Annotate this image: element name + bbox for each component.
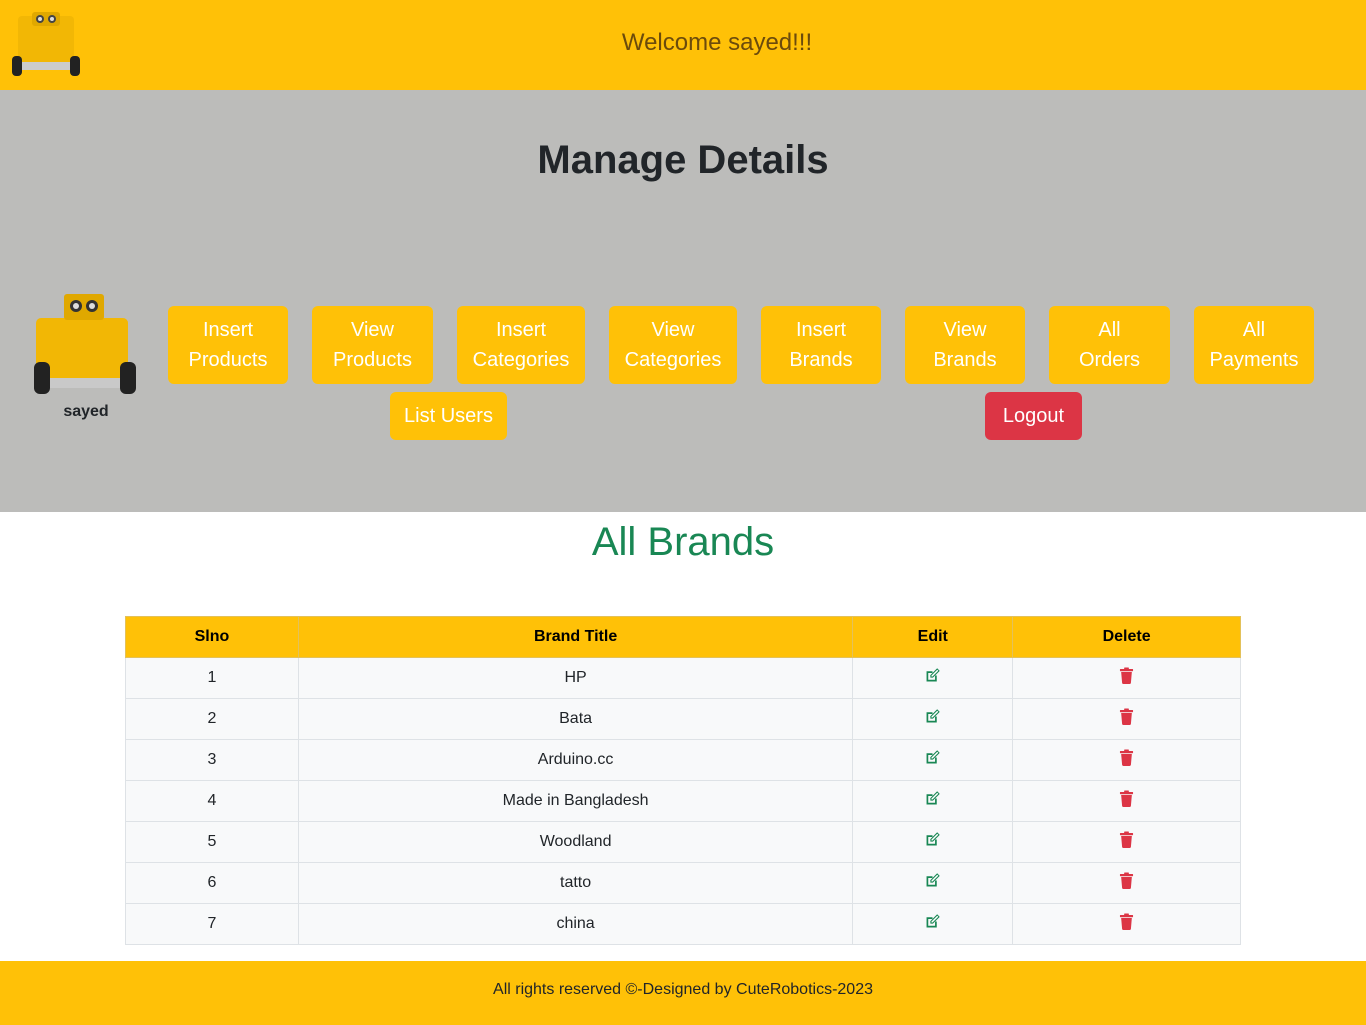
footer: All rights reserved ©-Designed by CuteRo…	[0, 961, 1366, 1025]
footer-text: All rights reserved ©-Designed by CuteRo…	[493, 981, 873, 998]
cell-delete	[1012, 821, 1241, 863]
table-row: 1 HP	[125, 657, 1241, 699]
trash-icon[interactable]	[1119, 913, 1134, 935]
button-label-line2: Orders	[1078, 349, 1141, 371]
edit-icon[interactable]	[924, 913, 941, 935]
cell-edit	[852, 698, 1014, 740]
all-orders-button[interactable]: All Orders	[1049, 306, 1170, 384]
cell-slno: 2	[125, 698, 299, 740]
edit-icon[interactable]	[924, 708, 941, 730]
top-navbar: Welcome sayed!!!	[0, 0, 1366, 90]
trash-icon[interactable]	[1119, 831, 1134, 853]
view-products-button[interactable]: View Products	[312, 306, 433, 384]
admin-avatar	[34, 294, 136, 394]
cell-brand-title: china	[297, 903, 854, 945]
admin-name: sayed	[63, 403, 109, 420]
cell-edit	[852, 739, 1014, 781]
trash-icon[interactable]	[1119, 749, 1134, 771]
cell-slno: 4	[125, 780, 299, 822]
button-label-line2: Products	[188, 349, 268, 371]
trash-icon[interactable]	[1119, 790, 1134, 812]
brands-table: Slno Brand Title Edit Delete 1 HP 2 Bata 3 Ar…	[125, 616, 1241, 945]
column-header-brand-title: Brand Title	[297, 616, 854, 658]
cell-delete	[1012, 780, 1241, 822]
button-label-line1: View	[651, 319, 695, 341]
button-label-line1: Insert	[795, 319, 847, 341]
button-label-line1: Insert	[202, 319, 254, 341]
table-row: 7 china	[125, 903, 1241, 945]
cell-slno: 7	[125, 903, 299, 945]
trash-icon[interactable]	[1119, 708, 1134, 730]
edit-icon[interactable]	[924, 749, 941, 771]
cell-brand-title: tatto	[297, 862, 854, 904]
cell-edit	[852, 657, 1014, 699]
edit-icon[interactable]	[924, 790, 941, 812]
button-label-line2: Products	[333, 349, 412, 371]
cell-delete	[1012, 698, 1241, 740]
table-row: 5 Woodland	[125, 821, 1241, 863]
cell-slno: 3	[125, 739, 299, 781]
insert-brands-button[interactable]: Insert Brands	[761, 306, 881, 384]
cell-brand-title: Woodland	[297, 821, 854, 863]
insert-categories-button[interactable]: Insert Categories	[457, 306, 585, 384]
table-row: 2 Bata	[125, 698, 1241, 740]
button-label-line1: View	[351, 319, 394, 341]
cell-brand-title: Bata	[297, 698, 854, 740]
brands-title: All Brands	[591, 520, 775, 564]
cell-edit	[852, 862, 1014, 904]
cell-brand-title: Made in Bangladesh	[297, 780, 854, 822]
cell-edit	[852, 821, 1014, 863]
button-label-line1: All	[1242, 319, 1266, 341]
cell-brand-title: HP	[297, 657, 854, 699]
cell-edit	[852, 903, 1014, 945]
cell-slno: 6	[125, 862, 299, 904]
insert-products-button[interactable]: Insert Products	[168, 306, 288, 384]
column-header-slno: Slno	[125, 616, 299, 658]
cell-edit	[852, 780, 1014, 822]
manage-section: Manage Details sayed Insert Products Vie…	[0, 90, 1366, 512]
table-row: 3 Arduino.cc	[125, 739, 1241, 781]
table-row: 6 tatto	[125, 862, 1241, 904]
view-brands-button[interactable]: View Brands	[905, 306, 1025, 384]
view-categories-button[interactable]: View Categories	[609, 306, 737, 384]
all-payments-button[interactable]: All Payments	[1194, 306, 1314, 384]
cell-slno: 5	[125, 821, 299, 863]
cell-delete	[1012, 739, 1241, 781]
cell-brand-title: Arduino.cc	[297, 739, 854, 781]
button-label-line2: Categories	[624, 349, 722, 371]
button-label-line1: Insert	[495, 319, 547, 341]
cell-delete	[1012, 657, 1241, 699]
logout-button[interactable]: Logout	[985, 392, 1082, 440]
button-label-line2: Brands	[789, 349, 853, 371]
button-label-line1: All	[1098, 319, 1121, 341]
button-label-line2: Brands	[933, 349, 997, 371]
edit-icon[interactable]	[924, 667, 941, 689]
edit-icon[interactable]	[924, 831, 941, 853]
button-label-line2: Payments	[1209, 349, 1299, 371]
table-header-row: Slno Brand Title Edit Delete	[125, 616, 1241, 658]
edit-icon[interactable]	[924, 872, 941, 894]
list-users-button[interactable]: List Users	[390, 392, 507, 440]
trash-icon[interactable]	[1119, 872, 1134, 894]
column-header-edit: Edit	[852, 616, 1014, 658]
cell-delete	[1012, 862, 1241, 904]
button-label-line2: Categories	[472, 349, 570, 371]
trash-icon[interactable]	[1119, 667, 1134, 689]
welcome-message: Welcome sayed!!!	[621, 29, 813, 56]
table-row: 4 Made in Bangladesh	[125, 780, 1241, 822]
button-label-line1: View	[943, 319, 987, 341]
column-header-delete: Delete	[1012, 616, 1241, 658]
cell-slno: 1	[125, 657, 299, 699]
cell-delete	[1012, 903, 1241, 945]
page-title: Manage Details	[537, 138, 829, 182]
